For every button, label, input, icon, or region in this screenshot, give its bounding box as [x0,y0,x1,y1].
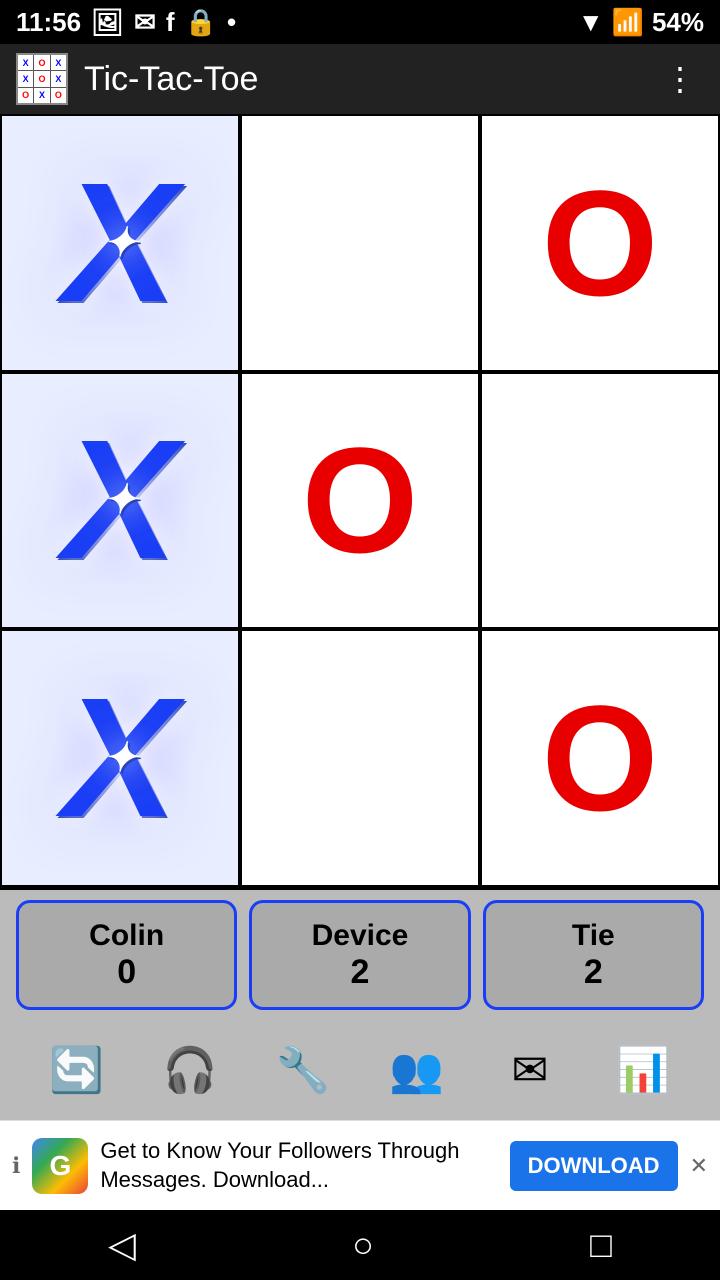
ad-text: Get to Know Your Followers Through Messa… [100,1137,497,1194]
ad-logo: G [32,1138,88,1194]
battery-display: 54% [652,7,704,38]
chart-button[interactable]: 📊 [603,1030,683,1110]
app-icon: X O X X O X O X O [16,53,68,105]
ad-banner: ℹ G Get to Know Your Followers Through M… [0,1120,720,1210]
cell-8[interactable]: O [480,629,720,887]
back-button[interactable]: ◁ [100,1216,144,1274]
players-button[interactable]: 👥 [377,1030,457,1110]
score-box-colin[interactable]: Colin0 [16,900,237,1010]
wifi-icon: ▼ [578,7,604,38]
ad-download-button[interactable]: DOWNLOAD [510,1141,678,1191]
notification-icon: 🖼 [91,7,124,38]
score-name-2: Tie [572,919,615,953]
status-bar: 11:56 🖼 ✉ f 🔒 • ▼ 📶 54% [0,0,720,44]
score-section: Colin0Device2Tie2 [0,890,720,1020]
ad-close-icon[interactable]: ✕ [690,1153,708,1179]
refresh-button[interactable]: 🔄 [37,1030,117,1110]
audio-button[interactable]: 🎧 [150,1030,230,1110]
toolbar: 🔄 🎧 🔧 👥 ✉ 📊 [0,1020,720,1120]
email-icon: ✉ [134,7,156,38]
time-display: 11:56 [16,7,81,38]
cell-5[interactable] [480,372,720,630]
lock-icon: 🔒 [185,7,217,38]
dot-indicator: • [227,7,236,38]
cell-4[interactable]: O [240,372,480,630]
settings-button[interactable]: 🔧 [263,1030,343,1110]
cell-6[interactable]: X [0,629,240,887]
app-title: Tic-Tac-Toe [84,60,640,99]
signal-icon: 📶 [612,7,644,38]
game-board: XOXOXO [0,114,720,890]
cell-3[interactable]: X [0,372,240,630]
cell-2[interactable]: O [480,114,720,372]
overflow-menu-button[interactable]: ⋮ [656,52,704,106]
score-value-0: 0 [117,953,136,992]
cell-0[interactable]: X [0,114,240,372]
home-button[interactable]: ○ [344,1216,382,1274]
facebook-icon: f [166,7,175,38]
score-value-2: 2 [584,953,603,992]
ad-info-icon[interactable]: ℹ [12,1153,20,1179]
score-name-1: Device [312,919,409,953]
cell-7[interactable] [240,629,480,887]
mail-button[interactable]: ✉ [490,1030,570,1110]
score-value-1: 2 [351,953,370,992]
score-box-tie[interactable]: Tie2 [483,900,704,1010]
cell-1[interactable] [240,114,480,372]
app-bar: X O X X O X O X O Tic-Tac-Toe ⋮ [0,44,720,114]
recent-button[interactable]: □ [582,1216,620,1274]
score-box-device[interactable]: Device2 [249,900,470,1010]
nav-bar: ◁ ○ □ [0,1210,720,1280]
score-name-0: Colin [89,919,164,953]
